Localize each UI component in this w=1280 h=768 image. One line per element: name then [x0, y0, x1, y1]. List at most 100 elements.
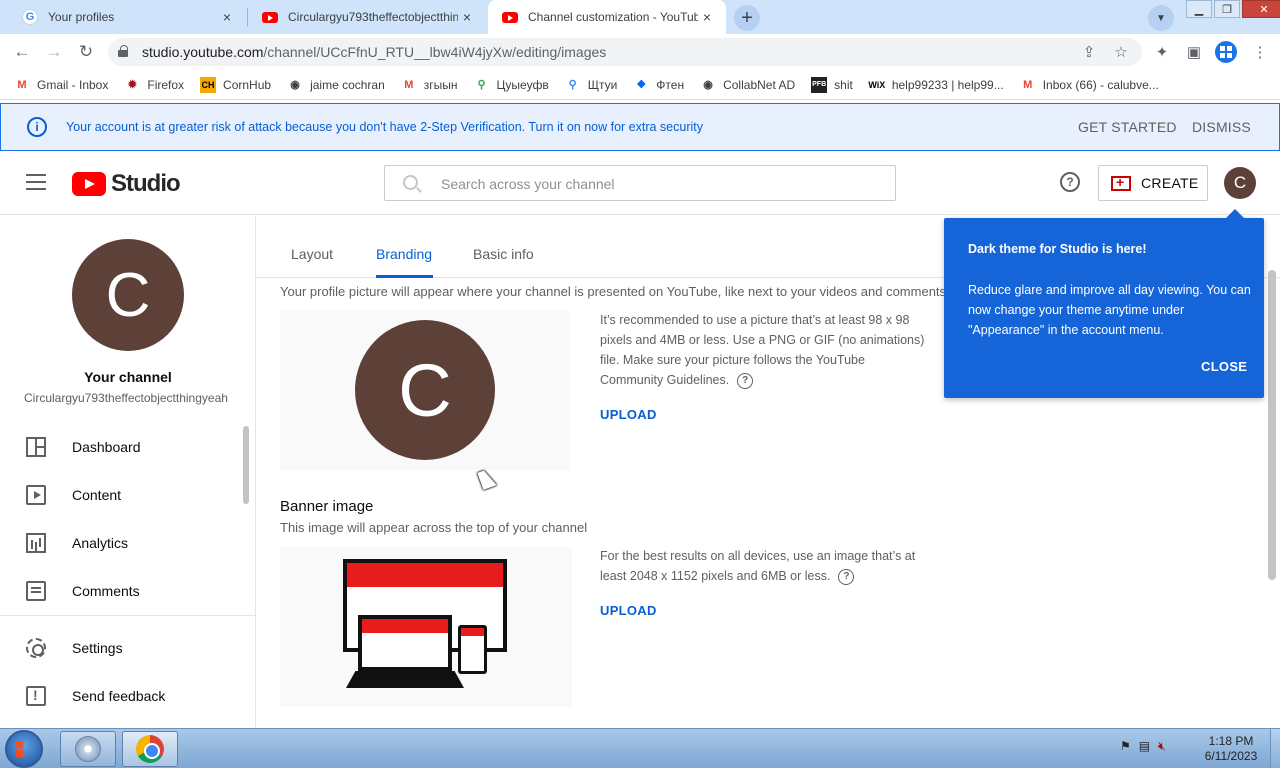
url-text[interactable]: studio.youtube.com/channel/UCcFfnU_RTU__… [142, 44, 606, 60]
browser-menu-icon[interactable]: ⋮ [1250, 42, 1270, 62]
minimize-icon[interactable]: ▁ [1186, 0, 1212, 18]
banner-image-requirements: For the best results on all devices, use… [600, 546, 930, 586]
account-avatar[interactable]: C [1224, 167, 1256, 199]
security-message: Your account is at greater risk of attac… [66, 120, 703, 134]
bookmark-label: Gmail - Inbox [37, 77, 109, 92]
bookmark-star-icon[interactable]: ☆ [1112, 43, 1130, 61]
sidebar-item-dashboard[interactable]: Dashboard [0, 423, 246, 471]
taskbar-media-player[interactable] [60, 731, 116, 767]
tab-circulargyu[interactable]: Circulargyu793theffectobjectthingyeah × [248, 0, 486, 34]
tab-channel-customization[interactable]: Channel customization - YouTube × [488, 0, 726, 34]
bookmark-label: згыын [423, 77, 458, 92]
taskbar-chrome[interactable] [122, 731, 178, 767]
get-started-button[interactable]: GET STARTED [1078, 119, 1177, 135]
forward-arrow-icon[interactable]: → [42, 40, 66, 64]
settings-icon [26, 638, 46, 658]
upload-banner-button[interactable]: UPLOAD [600, 603, 657, 618]
help-circle-icon[interactable]: ? [737, 372, 754, 389]
back-arrow-icon[interactable]: ← [10, 40, 34, 64]
profile-picture-requirements: It’s recommended to use a picture that’s… [600, 310, 930, 390]
profile-picture-avatar: C [355, 320, 495, 460]
browser-profile-icon[interactable] [1215, 41, 1237, 63]
bookmark-shtui[interactable]: ⚲ Щтуи [565, 77, 618, 93]
help-icon[interactable]: ? [1060, 172, 1080, 192]
channel-avatar[interactable]: C [72, 239, 184, 351]
url-path: /channel/UCcFfnU_RTU__lbw4iW4jyXw/editin… [263, 44, 607, 60]
youtube-studio-logo[interactable]: Studio [72, 170, 181, 198]
address-bar[interactable]: studio.youtube.com/channel/UCcFfnU_RTU__… [108, 38, 1142, 66]
logo-text: Studio [111, 170, 181, 197]
network-icon[interactable]: ▤ [1139, 739, 1150, 754]
popup-title: Dark theme for Studio is here! [968, 242, 1147, 256]
sidebar-item-analytics[interactable]: Analytics [0, 519, 246, 567]
reload-icon[interactable]: ↻ [74, 40, 98, 64]
bookmark-ften[interactable]: ❖ Фтен [633, 77, 684, 93]
sidebar-item-send-feedback[interactable]: Send feedback [0, 672, 246, 720]
bookmark-gmail-inbox[interactable]: M Gmail - Inbox [14, 77, 108, 93]
bookmark-shit[interactable]: PFB shit [811, 76, 853, 93]
action-center-flag-icon[interactable]: ⚑ [1120, 739, 1131, 754]
lock-icon[interactable] [118, 45, 128, 57]
sidebar-item-label: Content [72, 487, 122, 503]
main-scrollbar[interactable] [1268, 270, 1276, 580]
create-button[interactable]: CREATE [1098, 165, 1208, 201]
sidebar: C Your channel Circulargyu793theffectobj… [0, 216, 256, 728]
upload-profile-picture-button[interactable]: UPLOAD [600, 407, 657, 422]
tab-basic-info[interactable]: Basic info [473, 246, 534, 262]
close-tab-icon[interactable]: × [458, 9, 476, 25]
bookmark-cornhub[interactable]: CH CornHub [200, 76, 271, 93]
window-close-icon[interactable]: ✕ [1242, 0, 1280, 18]
help-circle-icon[interactable]: ? [838, 568, 855, 585]
bookmark-zgyyn[interactable]: Mзгыын [401, 77, 458, 93]
start-button[interactable] [5, 730, 43, 768]
tab-layout[interactable]: Layout [291, 246, 333, 262]
media-player-icon [75, 736, 101, 762]
side-panel-icon[interactable]: ▣ [1184, 42, 1204, 62]
phone-illustration [458, 625, 487, 674]
your-channel-label: Your channel [84, 369, 172, 385]
system-tray: ⚑ ▤ 🔇︎ [1120, 739, 1166, 754]
banner-help-text: For the best results on all devices, use… [600, 549, 916, 583]
active-tab-indicator [376, 275, 433, 278]
sidebar-item-comments[interactable]: Comments [0, 567, 246, 615]
search-input[interactable] [441, 174, 881, 194]
dismiss-button[interactable]: DISMISS [1192, 119, 1251, 135]
feedback-icon [26, 686, 46, 706]
new-tab-button[interactable]: + [734, 5, 760, 31]
extensions-puzzle-icon[interactable]: ✦ [1152, 42, 1172, 62]
bookmark-help99233[interactable]: WiX help99233 | help99... [868, 77, 1003, 93]
banner-image-preview [280, 547, 572, 707]
sidebar-item-label: Comments [72, 583, 140, 599]
system-clock[interactable]: 1:18 PM 6/11/2023 [1196, 734, 1266, 764]
sidebar-item-label: Dashboard [72, 439, 141, 455]
screen: G Your profiles × Circulargyu793theffect… [0, 0, 1280, 768]
close-tab-icon[interactable]: × [218, 9, 236, 25]
restore-icon[interactable]: ❐ [1214, 0, 1240, 18]
bookmark-tsuyeufv[interactable]: ⚲ Цуыеуфв [474, 77, 549, 93]
bookmark-label: shit [834, 77, 853, 92]
bookmark-jaime-cochran[interactable]: ◉ jaime cochran [287, 77, 385, 93]
sidebar-divider [0, 615, 255, 616]
wix-icon: WiX [868, 79, 886, 90]
share-icon[interactable]: ⇪ [1080, 43, 1098, 61]
bookmark-label: CollabNet AD [723, 77, 796, 92]
bookmark-collabnet[interactable]: ◉ CollabNet AD [700, 77, 795, 93]
bookmark-firefox[interactable]: ✹ Firefox [124, 77, 184, 93]
youtube-icon [502, 11, 518, 23]
popup-close-button[interactable]: CLOSE [1201, 359, 1247, 374]
channel-search[interactable] [384, 165, 896, 201]
dropbox-icon: ❖ [636, 79, 647, 91]
sidebar-item-content[interactable]: Content [0, 471, 246, 519]
tab-branding[interactable]: Branding [376, 246, 432, 262]
volume-muted-icon[interactable]: 🔇︎ [1158, 739, 1166, 754]
hamburger-menu-icon[interactable] [26, 174, 46, 190]
sidebar-item-settings[interactable]: Settings [0, 624, 246, 672]
bookmark-inbox-66[interactable]: M Inbox (66) - calubve... [1020, 77, 1159, 93]
tab-search-button[interactable]: ▼ [1148, 5, 1174, 31]
close-tab-icon[interactable]: × [698, 9, 716, 25]
youtube-icon [262, 11, 278, 23]
show-desktop-button[interactable] [1270, 729, 1280, 768]
sidebar-scrollbar[interactable] [243, 426, 249, 504]
search-icon [403, 175, 418, 190]
tab-your-profiles[interactable]: G Your profiles × [8, 0, 246, 34]
